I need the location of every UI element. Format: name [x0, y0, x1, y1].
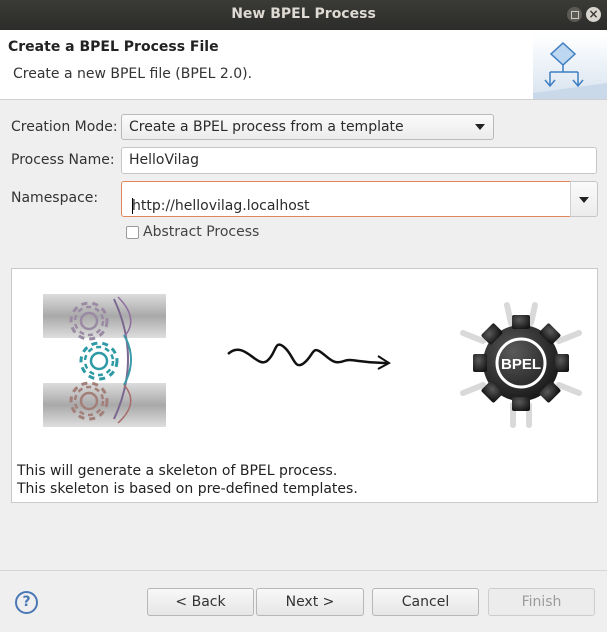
next-button[interactable]: Next > — [256, 588, 364, 616]
finish-button[interactable]: Finish — [488, 588, 595, 616]
creation-mode-select[interactable]: Create a BPEL process from a template — [121, 114, 494, 140]
abstract-process-label[interactable]: Abstract Process — [143, 224, 259, 240]
cancel-button[interactable]: Cancel — [372, 588, 479, 616]
button-bar-separator — [0, 570, 607, 571]
bpel-engine-label: BPEL — [501, 356, 541, 373]
bpel-wizard-icon — [533, 35, 607, 99]
page-title: Create a BPEL Process File — [8, 39, 219, 55]
template-preview: BPEL This will generate a skeleton of BP… — [11, 268, 598, 503]
namespace-dropdown-button[interactable] — [570, 181, 598, 217]
wizard-header: Create a BPEL Process File Create a new … — [0, 30, 607, 100]
window-title: New BPEL Process — [231, 6, 376, 22]
page-description: Create a new BPEL file (BPEL 2.0). — [13, 66, 253, 82]
process-stack-icon — [43, 294, 174, 427]
namespace-label: Namespace: — [11, 190, 99, 206]
help-icon[interactable]: ? — [15, 591, 38, 614]
squiggle-arrow-icon — [227, 343, 391, 370]
process-name-value: HelloVilag — [129, 152, 199, 168]
text-caret — [132, 198, 133, 214]
preview-description-line2: This skeleton is based on pre-defined te… — [17, 481, 358, 497]
namespace-value: http://hellovilag.localhost — [132, 198, 310, 214]
minimize-icon[interactable] — [567, 7, 582, 22]
window-titlebar: New BPEL Process × — [0, 0, 607, 30]
creation-mode-value: Create a BPEL process from a template — [129, 119, 404, 135]
back-button[interactable]: < Back — [147, 588, 254, 616]
preview-description-line1: This will generate a skeleton of BPEL pr… — [17, 463, 338, 479]
process-name-label: Process Name: — [11, 152, 115, 168]
close-icon[interactable]: × — [586, 7, 601, 22]
template-illustration: BPEL — [43, 294, 582, 428]
namespace-input[interactable]: http://hellovilag.localhost — [121, 181, 572, 217]
bpel-engine-icon: BPEL — [460, 302, 582, 428]
chevron-down-icon — [579, 197, 589, 203]
chevron-down-icon — [475, 124, 485, 130]
process-name-input[interactable]: HelloVilag — [121, 147, 597, 174]
creation-mode-label: Creation Mode: — [11, 119, 118, 135]
abstract-process-checkbox[interactable] — [126, 226, 139, 239]
